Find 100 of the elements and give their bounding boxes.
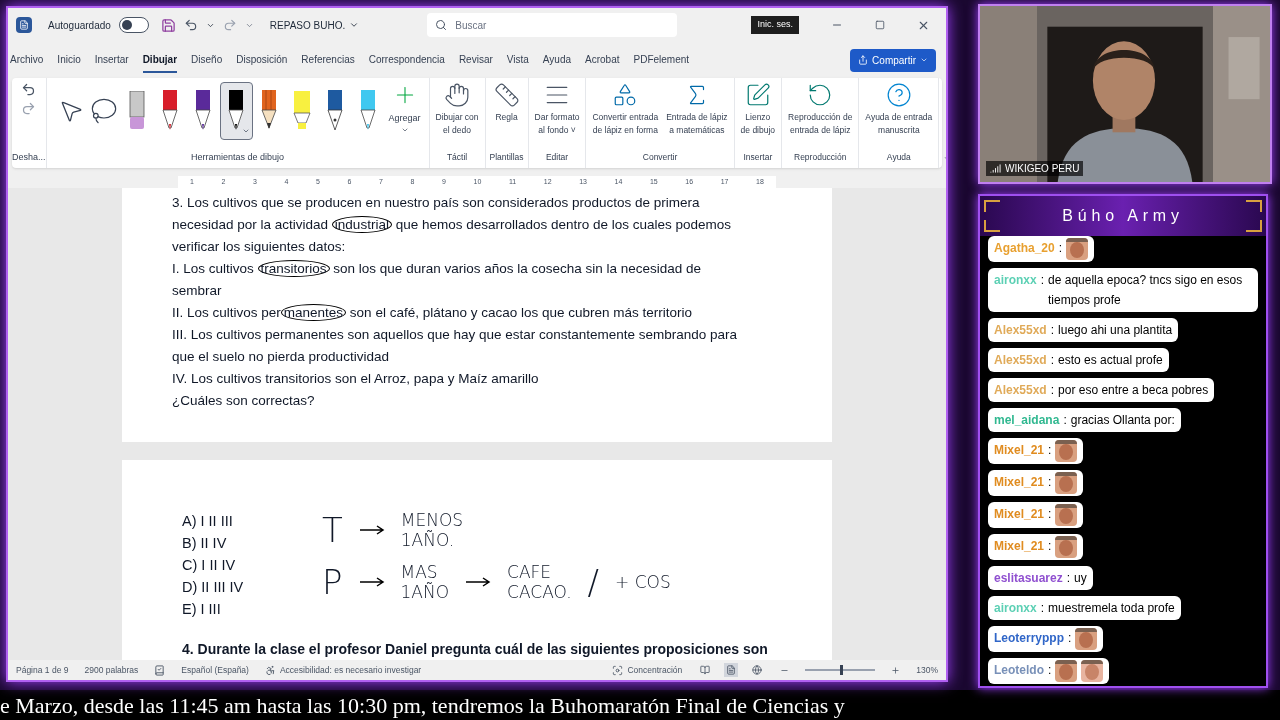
chat-username: Mixel_21: [994, 538, 1045, 555]
ribbon-tab[interactable]: Ayuda: [542, 47, 572, 73]
chat-separator: :: [1050, 352, 1055, 369]
chat-username: Mixel_21: [994, 442, 1045, 459]
signal-icon: [990, 163, 1001, 174]
ribbon-button[interactable]: Entrada de lápiz a matemáticas: [664, 82, 730, 137]
ribbon-button[interactable]: Dibujar con el dedo: [433, 82, 481, 137]
view-button[interactable]: [698, 663, 713, 677]
chat-username: Agatha_20: [994, 240, 1055, 257]
ticker-text: e Marzo, desde las 11:45 am hasta las 10:30 pm, tendremos la Buhomaratón Final de Ciencias y: [0, 691, 845, 720]
ribbon-tab[interactable]: Revisar: [458, 47, 493, 73]
zoom-in-icon[interactable]: [891, 665, 901, 675]
autosave-toggle[interactable]: [118, 17, 149, 33]
accessibility-status[interactable]: Accesibilidad: es necesario investigar: [279, 663, 422, 677]
answer-option: A) I II III: [182, 510, 322, 532]
chat-username: Alex55xd: [994, 352, 1047, 369]
zoom-percent: 130%: [916, 663, 938, 677]
answer-option: C) I II IV: [182, 554, 322, 576]
chat-text: de aquella epoca? tncs sigo en esos tiempos profe: [1048, 272, 1244, 309]
share-icon: [858, 55, 869, 65]
chat-separator: :: [1063, 412, 1067, 429]
chat-separator: :: [1068, 630, 1072, 647]
chat-text: muestremela toda profe: [1048, 600, 1175, 617]
chat-text: luego ahi una plantita: [1058, 322, 1173, 339]
group-label: Editar: [545, 151, 569, 165]
chat-separator: :: [1048, 442, 1052, 459]
add-pen-button[interactable]: Agregar: [388, 82, 421, 134]
question-text: 4. Durante la clase el profesor Daniel pregunta cuál de las siguientes proposiciones son: [182, 640, 769, 659]
chat-text: esto es actual profe: [1058, 352, 1163, 369]
ribbon-button[interactable]: Ayuda de entrada manuscrita: [863, 82, 935, 137]
save-icon[interactable]: [160, 17, 176, 33]
lasso-icon: [90, 97, 119, 125]
restore-icon[interactable]: [875, 20, 885, 30]
chat-separator: :: [1040, 272, 1045, 289]
document-title[interactable]: REPASO BUHO.: [269, 17, 360, 33]
ribbon-tab[interactable]: Diseño: [191, 47, 223, 73]
arrow-icon: [358, 525, 385, 535]
search-field[interactable]: Buscar: [427, 13, 678, 37]
group-label: Ayuda: [886, 151, 911, 165]
eraser-icon: [129, 91, 146, 131]
view-button[interactable]: [750, 663, 765, 677]
chat-username: Alex55xd: [994, 322, 1047, 339]
ribbon-button[interactable]: Reproducción de entrada de lápiz: [786, 82, 855, 137]
ribbon-button[interactable]: Lienzo de dibujo: [738, 82, 778, 137]
group-label: Desha...: [12, 150, 46, 164]
undo-icon[interactable]: [183, 18, 198, 32]
chat-text: uy: [1074, 570, 1087, 587]
undo-icon[interactable]: [21, 82, 37, 97]
question-text: 3. Los cultivos que se producen en nuestro país son considerados productos de primera: [172, 194, 701, 212]
dropdown-icon: [349, 20, 360, 30]
share-button[interactable]: Compartir: [850, 48, 936, 72]
focus-icon: [612, 664, 624, 676]
page-count: Página 1 de 9: [16, 663, 69, 677]
question-text: necesidad por la actividad industrial que hemos desarrollados dentro de los cuales podemos: [172, 215, 733, 235]
ribbon-tab[interactable]: Vista: [506, 47, 529, 73]
ribbon-tab[interactable]: Acrobat: [585, 47, 620, 73]
handwritten-letter: /: [587, 562, 600, 602]
ribbon-button[interactable]: Regla: [491, 82, 522, 124]
view-button[interactable]: [724, 663, 739, 677]
ribbon-tab[interactable]: Archivo: [10, 47, 44, 73]
handwritten-letter: T: [322, 510, 343, 550]
chat-separator: :: [1058, 240, 1063, 257]
ribbon-tab[interactable]: Correspondencia: [368, 47, 445, 73]
zoom-thumb[interactable]: [840, 665, 844, 675]
search-icon: [435, 19, 448, 31]
ruler-icon: [493, 82, 520, 108]
question-text: III. Los cultivos permanentes son aquellos que hay que estar constantemente sembrando para: [172, 326, 739, 344]
chat-username: Mixel_21: [994, 474, 1045, 491]
chat-title: Búho Army: [1062, 206, 1184, 226]
group-label: Táctil: [446, 151, 468, 165]
handwritten-note: MENOS 1AÑO.: [400, 510, 464, 550]
chat-username: Leoteldo: [994, 662, 1044, 679]
webcam-label: WIKIGEO PERU: [1005, 162, 1080, 176]
ribbon-tab[interactable]: Referencias: [301, 47, 355, 73]
answer-option: E) I III: [182, 598, 322, 620]
handwritten-note: CAFE CACAO.: [507, 562, 572, 602]
ribbon-button[interactable]: Dar formato al fondo ˅: [532, 82, 582, 137]
answer-option: D) II III IV: [182, 576, 322, 598]
chat-separator: :: [1050, 382, 1055, 399]
question-text: II. Los cultivos per manentes son el café, plátano y cacao los que cubren más territorio: [172, 303, 694, 323]
ribbon-tab[interactable]: Insertar: [94, 47, 129, 73]
chat-username: aironxx: [994, 272, 1037, 289]
ribbon-tab[interactable]: Dibujar: [142, 47, 178, 73]
ribbon-tab[interactable]: Inicio: [57, 47, 81, 73]
sign-in-button[interactable]: Inic. ses.: [751, 16, 799, 34]
chat-separator: :: [1040, 600, 1045, 617]
ribbon-tab[interactable]: PDFelement: [633, 47, 690, 73]
group-label: Reproducción: [794, 151, 847, 165]
hand-icon: [444, 82, 471, 108]
focus-button[interactable]: Concentración: [612, 663, 683, 677]
group-label: Herramientas de dibujo: [191, 150, 285, 164]
autosave-label: Autoguardado: [48, 18, 111, 33]
proofing-icon[interactable]: [154, 664, 166, 676]
chat-text: por eso entre a beca pobres: [1058, 382, 1209, 399]
ribbon-button[interactable]: Convertir entrada de lápiz en forma: [590, 82, 661, 137]
chat-username: Leoterryppp: [994, 630, 1064, 647]
answer-option: B) II IV: [182, 532, 322, 554]
language-label: Español (España): [181, 663, 249, 677]
pen-tool[interactable]: [219, 82, 253, 140]
ribbon-tab[interactable]: Disposición: [236, 47, 288, 73]
